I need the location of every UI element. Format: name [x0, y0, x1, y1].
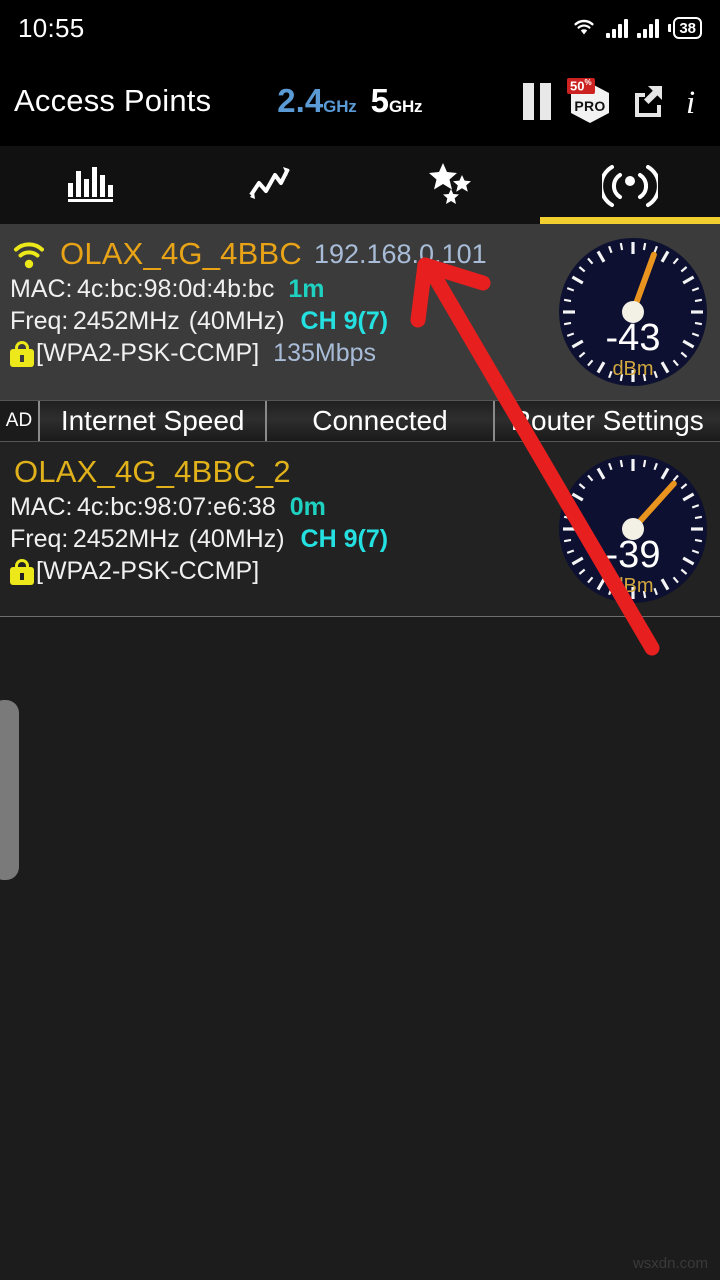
ap-ssid: OLAX_4G_4BBC — [60, 236, 302, 271]
ap-distance-2: 0m — [289, 493, 326, 521]
ap-security: [WPA2-PSK-CCMP] — [36, 339, 260, 367]
band-2g-value: 2.4 — [277, 82, 324, 119]
ap-security-2: [WPA2-PSK-CCMP] — [36, 557, 260, 585]
time-graph-icon — [247, 163, 293, 208]
tab-favourites[interactable] — [360, 146, 540, 224]
watermark: wsxdn.com — [632, 1255, 708, 1272]
access-point-card-2[interactable]: OLAX_4G_4BBC_2 MAC: 4c:bc:98:07:e6:38 0m… — [0, 442, 720, 616]
bar-chart-icon — [67, 167, 113, 202]
band-selector[interactable]: 2.4 GHz 5 GHz — [277, 82, 422, 120]
signal-bars-icon-2 — [637, 18, 660, 38]
ap-mac-value-2: 4c:bc:98:07:e6:38 — [76, 493, 276, 521]
ap-freq-value: 2452MHz — [72, 307, 180, 335]
tab-selected-indicator — [540, 217, 720, 224]
ap-ip-address: 192.168.0.101 — [313, 238, 487, 269]
signal-dbm-unit-2: dBm — [612, 575, 653, 597]
ap-channel: CH 9(7) — [300, 307, 389, 335]
pro-discount-suffix: % — [584, 78, 592, 87]
ap-mac-label: MAC: — [10, 275, 73, 303]
ad-banner[interactable]: AD Internet Speed Connected Router Setti… — [0, 400, 720, 442]
info-icon[interactable]: i — [682, 82, 704, 120]
ap-signal-gauge: -43 dBm — [545, 224, 720, 400]
ap-channel-2: CH 9(7) — [300, 525, 389, 553]
list-divider — [0, 616, 720, 617]
signal-dbm-value-1: -43 — [605, 317, 660, 359]
signal-radar-icon — [599, 157, 661, 214]
share-icon[interactable] — [629, 82, 665, 120]
tab-channel-graph[interactable] — [0, 146, 180, 224]
ap-details: OLAX_4G_4BBC 192.168.0.101 MAC: 4c:bc:98… — [0, 224, 545, 400]
status-indicators: 38 — [571, 16, 702, 41]
signal-dbm-value-2: -39 — [605, 534, 660, 576]
pro-label: PRO — [574, 97, 606, 114]
band-5g-unit: GHz — [388, 97, 423, 116]
scrollbar-handle[interactable] — [0, 700, 19, 880]
ap-distance: 1m — [288, 275, 325, 303]
pro-upgrade-badge[interactable]: PRO 50% — [567, 78, 612, 124]
band-2g-unit: GHz — [323, 97, 357, 116]
wifi-icon — [571, 16, 597, 41]
ad-tag: AD — [0, 401, 38, 441]
page-title: Access Points — [14, 83, 212, 118]
ad-segment-router-settings[interactable]: Router Settings — [492, 401, 720, 441]
tab-time-graph[interactable] — [180, 146, 360, 224]
signal-bars-icon — [606, 18, 629, 38]
status-clock: 10:55 — [18, 12, 85, 43]
ap-link-rate: 135Mbps — [273, 339, 377, 367]
ap-mac-value: 4c:bc:98:0d:4b:bc — [76, 275, 275, 303]
battery-icon: 38 — [668, 17, 702, 39]
tab-bar — [0, 146, 720, 224]
app-header: Access Points 2.4 GHz 5 GHz PRO 50% i — [0, 56, 720, 146]
ap-channel-width-2: (40MHz) — [188, 525, 285, 553]
signal-gauge-1: -43 dBm — [558, 237, 708, 387]
band-5g-value: 5 — [370, 82, 389, 119]
signal-gauge-2: -39 dBm — [558, 454, 708, 604]
signal-dbm-unit-1: dBm — [612, 358, 653, 380]
status-bar: 10:55 38 — [0, 0, 720, 56]
ap-freq-value-2: 2452MHz — [72, 525, 180, 553]
tab-signal-meter[interactable] — [540, 146, 720, 224]
ap-freq-label: Freq: — [10, 307, 69, 335]
ap-details-2: OLAX_4G_4BBC_2 MAC: 4c:bc:98:07:e6:38 0m… — [0, 442, 545, 616]
lock-icon-2 — [10, 558, 34, 585]
battery-level: 38 — [673, 17, 702, 39]
band-2g-button[interactable]: 2.4 GHz — [277, 82, 356, 120]
ad-segment-internet-speed[interactable]: Internet Speed — [38, 401, 265, 441]
band-5g-button[interactable]: 5 GHz — [371, 82, 423, 120]
lock-icon — [10, 340, 34, 367]
svg-text:i: i — [686, 85, 695, 120]
pro-discount-value: 50 — [570, 78, 585, 94]
stars-icon — [425, 161, 475, 210]
ap-channel-width: (40MHz) — [188, 307, 285, 335]
wifi-icon — [10, 239, 48, 269]
access-point-card[interactable]: OLAX_4G_4BBC 192.168.0.101 MAC: 4c:bc:98… — [0, 224, 720, 400]
ap-freq-label-2: Freq: — [10, 525, 69, 553]
header-actions: PRO 50% i — [523, 78, 706, 124]
ap-mac-label-2: MAC: — [10, 493, 73, 521]
pause-icon[interactable] — [523, 82, 551, 120]
ad-segment-connected[interactable]: Connected — [265, 401, 492, 441]
pro-discount-ribbon: 50% — [567, 78, 595, 95]
ap-ssid-2: OLAX_4G_4BBC_2 — [14, 454, 291, 489]
ap-signal-gauge-2: -39 dBm — [545, 442, 720, 616]
